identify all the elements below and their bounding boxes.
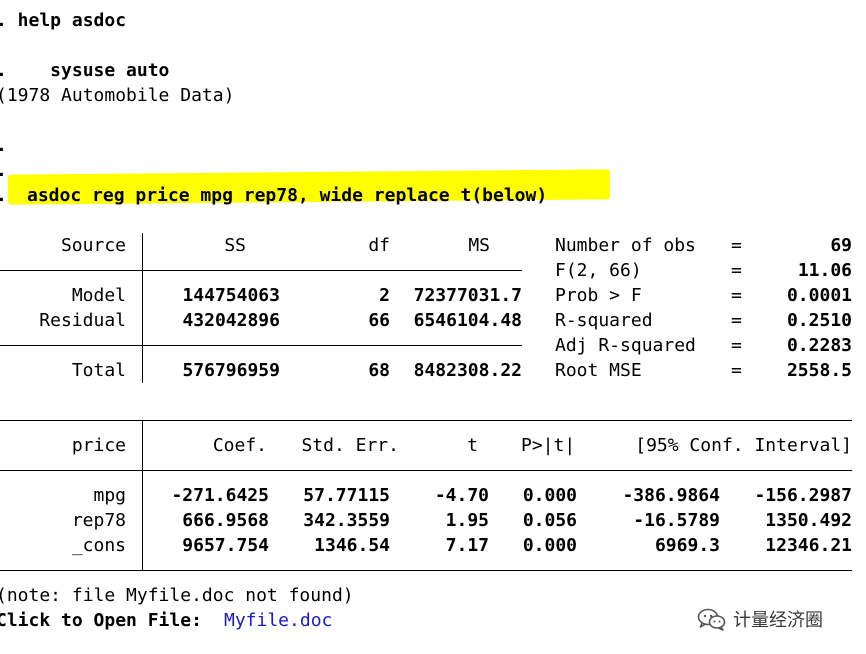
coef-header-t: t — [467, 435, 478, 456]
stat-equals: = — [731, 235, 742, 256]
anova-header-ms: MS — [468, 235, 490, 256]
anova-total-df: 68 — [368, 360, 390, 381]
coef-rule-bottom — [0, 570, 852, 571]
coef-cell-p: 0.000 — [522, 485, 577, 506]
anova-cell-ms: 6546104.48 — [413, 310, 522, 331]
stat-equals: = — [731, 260, 742, 281]
stat-equals: = — [731, 310, 742, 331]
anova-total-ss: 576796959 — [182, 360, 280, 381]
coef-cell-ci-high: -156.2987 — [754, 485, 852, 506]
open-file-link[interactable]: Myfile.doc — [224, 608, 332, 633]
coef-header-ci: [95% Conf. Interval] — [635, 435, 852, 456]
coef-cell-ci-low: -16.5789 — [633, 510, 720, 531]
empty-prompt: . — [0, 133, 7, 158]
coef-cell-p: 0.000 — [522, 535, 577, 556]
coef-cell-se: 342.3559 — [303, 510, 390, 531]
stat-label: Prob > F — [555, 285, 642, 306]
stat-value: 0.2283 — [786, 335, 852, 356]
coef-cell-se: 57.77115 — [303, 485, 390, 506]
click-to-open-label: Click to Open File: — [0, 610, 202, 631]
stat-equals: = — [731, 360, 742, 381]
stat-value: 11.06 — [797, 260, 852, 281]
coef-row-label: mpg — [93, 485, 126, 506]
stat-value: 69 — [830, 235, 852, 256]
stat-equals: = — [731, 335, 742, 356]
coef-cell-ci-low: -386.9864 — [622, 485, 720, 506]
coef-cell-coef: 9657.754 — [182, 535, 269, 556]
coef-cell-coef: -271.6425 — [171, 485, 269, 506]
anova-header-df: df — [368, 235, 390, 256]
coef-cell-t: -4.70 — [434, 485, 489, 506]
watermark: 计量经济圈 — [697, 604, 823, 634]
anova-rule — [0, 345, 522, 346]
coef-cell-ci-low: 6969.3 — [654, 535, 720, 556]
coef-divider — [142, 420, 143, 570]
coef-rule-top — [0, 420, 852, 421]
anova-rule — [0, 270, 522, 271]
empty-prompt: . — [0, 158, 7, 183]
coef-row-label: rep78 — [71, 510, 126, 531]
coef-cell-se: 1346.54 — [314, 535, 390, 556]
coef-cell-t: 7.17 — [445, 535, 489, 556]
stat-label: Number of obs — [555, 235, 696, 256]
cmd-sysuse-line: . sysuse auto — [0, 60, 170, 81]
coef-header-depvar: price — [71, 435, 126, 456]
anova-cell-ms: 72377031.7 — [413, 285, 522, 306]
coef-cell-p: 0.056 — [522, 510, 577, 531]
anova-total-ms: 8482308.22 — [413, 360, 522, 381]
coef-cell-ci-high: 1350.492 — [765, 510, 852, 531]
anova-cell-df: 2 — [379, 285, 390, 306]
coef-cell-coef: 666.9568 — [182, 510, 269, 531]
anova-total-label: Total — [71, 360, 126, 381]
anova-cell-ss: 144754063 — [182, 285, 280, 306]
coef-header-coef: Coef. — [212, 435, 267, 456]
file-note: (note: file Myfile.doc not found) — [0, 585, 354, 606]
anova-cell-ss: 432042896 — [182, 310, 280, 331]
stat-label: Adj R-squared — [555, 335, 696, 356]
stat-label: R-squared — [555, 310, 653, 331]
watermark-text: 计量经济圈 — [733, 610, 823, 631]
coef-cell-ci-high: 12346.21 — [765, 535, 852, 556]
coef-row-label: _cons — [71, 535, 126, 556]
coef-header-se: Std. Err. — [301, 435, 399, 456]
stat-value: 0.2510 — [786, 310, 852, 331]
stat-equals: = — [731, 285, 742, 306]
anova-header-source: Source — [60, 235, 126, 256]
wechat-icon — [697, 607, 727, 631]
anova-divider — [142, 233, 143, 383]
cmd-help-line: . help asdoc — [0, 10, 127, 31]
stat-label: Root MSE — [555, 360, 642, 381]
coef-rule-mid — [0, 470, 852, 471]
anova-header-ss: SS — [224, 235, 246, 256]
asdoc-command: asdoc reg price mpg rep78, wide replace … — [27, 185, 548, 206]
coef-header-p: P>|t| — [521, 435, 576, 456]
anova-row-label: Residual — [39, 310, 126, 331]
stat-value: 0.0001 — [786, 285, 852, 306]
command-prompt: . — [0, 183, 7, 208]
stat-value: 2558.5 — [786, 360, 852, 381]
stat-label: F(2, 66) — [555, 260, 642, 281]
anova-row-label: Model — [71, 285, 126, 306]
anova-cell-df: 66 — [368, 310, 390, 331]
dataset-label: (1978 Automobile Data) — [0, 85, 235, 106]
coef-cell-t: 1.95 — [445, 510, 489, 531]
